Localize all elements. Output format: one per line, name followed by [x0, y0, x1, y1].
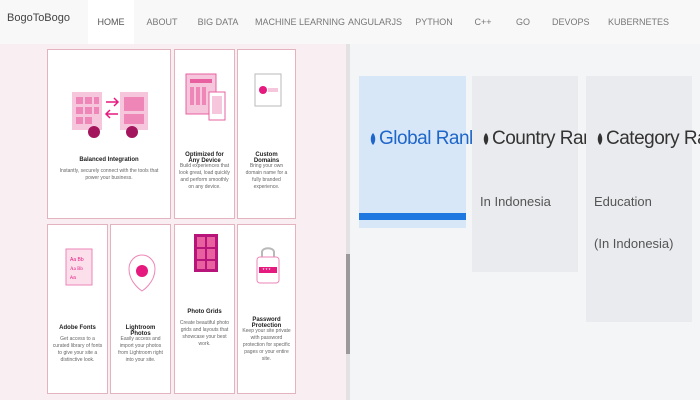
feature-description: Keep your site private with password pro…: [242, 328, 291, 362]
nav-cpp[interactable]: C++: [470, 0, 496, 44]
global-rank-card[interactable]: Global Rank: [359, 76, 479, 228]
svg-text:Aa Bb: Aa Bb: [70, 267, 83, 272]
feature-card-password[interactable]: *** Password Protection Keep your site p…: [237, 224, 296, 394]
chart-icon: [597, 133, 603, 145]
nav-kubernetes[interactable]: KUBERNETES: [608, 0, 669, 44]
devices-illustration: [185, 73, 226, 121]
nav-devops[interactable]: DEVOPS: [552, 0, 590, 44]
lock-illustration: ***: [256, 247, 280, 284]
nav-go[interactable]: GO: [512, 0, 534, 44]
nav-home[interactable]: HOME: [88, 0, 134, 44]
chart-icon: [483, 133, 489, 145]
feature-description: Easily access and import your photos fro…: [118, 336, 163, 363]
rank-title: Global Rank: [379, 128, 479, 149]
feature-description: Instantly, securely connect with the too…: [59, 168, 159, 181]
rank-panel: Global Rank Country Rank In Indonesia Ca…: [350, 44, 700, 400]
feature-title: Adobe Fonts: [59, 325, 96, 331]
top-navbar: BogoToBogo HOME ABOUT BIG DATA MACHINE L…: [0, 0, 700, 45]
feature-card-integration[interactable]: Balanced Integration Instantly, securely…: [47, 49, 171, 219]
feature-description: Get access to a curated library of fonts…: [52, 336, 103, 363]
rank-active-indicator: [359, 213, 466, 220]
svg-text:***: ***: [262, 268, 271, 274]
svg-text:Aa Bb: Aa Bb: [70, 257, 84, 263]
country-rank-card[interactable]: Country Rank In Indonesia: [472, 76, 603, 272]
lightroom-illustration: [128, 254, 156, 292]
feature-panel: Balanced Integration Instantly, securely…: [0, 44, 346, 400]
feature-description: Build experiences that look great, load …: [179, 163, 230, 190]
nav-big-data[interactable]: BIG DATA: [192, 0, 244, 44]
photo-grid-illustration: [194, 234, 218, 272]
feature-title: Balanced Integration: [79, 157, 139, 163]
feature-card-photo-grids[interactable]: Photo Grids Create beautiful photo grids…: [174, 224, 235, 394]
site-brand[interactable]: BogoToBogo: [7, 12, 70, 24]
nav-machine-learning[interactable]: MACHINE LEARNING: [255, 0, 345, 44]
nav-about[interactable]: ABOUT: [140, 0, 184, 44]
domain-illustration: [254, 73, 282, 107]
rank-category: Education: [594, 194, 652, 209]
feature-card-fonts[interactable]: Aa Bb Aa Bb Aa Adobe Fonts Get access to…: [47, 224, 108, 394]
feature-card-lightroom[interactable]: Lightroom Photos Easily access and impor…: [110, 224, 171, 394]
rank-country: In Indonesia: [480, 194, 551, 209]
nav-python[interactable]: PYTHON: [415, 0, 453, 44]
nav-angularjs[interactable]: ANGULARJS: [348, 0, 402, 44]
rank-category-region: (In Indonesia): [594, 236, 674, 251]
integration-illustration: [72, 92, 148, 138]
fonts-illustration: Aa Bb Aa Bb Aa: [65, 248, 93, 286]
chart-icon: [370, 133, 376, 145]
feature-card-devices[interactable]: Optimized for Any Device Build experienc…: [174, 49, 235, 219]
svg-text:Aa: Aa: [70, 275, 76, 281]
feature-description: Create beautiful photo grids and layouts…: [179, 320, 230, 347]
feature-description: Bring your own domain name for a fully b…: [245, 163, 288, 190]
feature-card-domains[interactable]: Custom Domains Bring your own domain nam…: [237, 49, 296, 219]
feature-title: Photo Grids: [187, 309, 222, 315]
rank-title: Category Rank: [606, 128, 700, 149]
category-rank-card[interactable]: Category Rank Education (In Indonesia): [586, 76, 700, 322]
